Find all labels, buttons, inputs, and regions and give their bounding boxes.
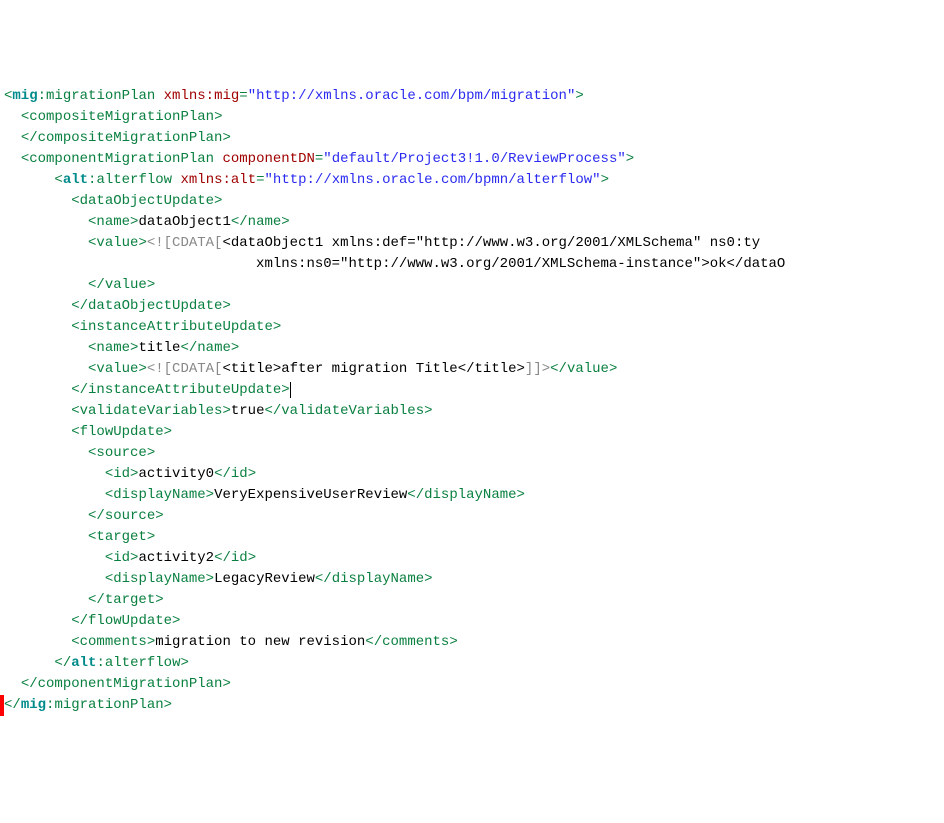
vv-close: validateVariables bbox=[281, 403, 424, 419]
cdata-open-2: <![CDATA[ bbox=[147, 361, 223, 377]
value-open-2: value bbox=[96, 361, 138, 377]
dn-open-2: displayName bbox=[113, 571, 205, 587]
id-close-1: id bbox=[231, 466, 248, 482]
name-close-1: name bbox=[248, 214, 282, 230]
target-close: target bbox=[105, 592, 155, 608]
composite-close: compositeMigrationPlan bbox=[38, 130, 223, 146]
cdata-close-2: ]]> bbox=[525, 361, 550, 377]
composite-open: compositeMigrationPlan bbox=[29, 109, 214, 125]
root-name: migrationPlan bbox=[46, 88, 155, 104]
flowupdate-open: flowUpdate bbox=[80, 424, 164, 440]
name-open-1: name bbox=[96, 214, 130, 230]
root-prefix-close: mig bbox=[21, 697, 46, 713]
comments-val: migration to new revision bbox=[155, 634, 365, 650]
dataobject1-inner2: xmlns:ns0="http://www.w3.org/2001/XMLSch… bbox=[256, 256, 785, 272]
component-close: componentMigrationPlan bbox=[38, 676, 223, 692]
name-open-2: name bbox=[96, 340, 130, 356]
xmlns-alt-val: "http://xmlns.oracle.com/bpmn/alterflow" bbox=[265, 172, 601, 188]
xmlns-mig-val: "http://xmlns.oracle.com/bpm/migration" bbox=[248, 88, 576, 104]
root-prefix: mig bbox=[12, 88, 37, 104]
alt-prefix-close: alt bbox=[71, 655, 96, 671]
dn-close-2: displayName bbox=[332, 571, 424, 587]
dn-open-1: displayName bbox=[113, 487, 205, 503]
alt-prefix: alt bbox=[63, 172, 88, 188]
value-close-2: value bbox=[567, 361, 609, 377]
id-close-2: id bbox=[231, 550, 248, 566]
dn-close-1: displayName bbox=[424, 487, 516, 503]
dou-open: dataObjectUpdate bbox=[80, 193, 214, 209]
comments-close: comments bbox=[382, 634, 449, 650]
alterflow-close: alterflow bbox=[105, 655, 181, 671]
dataobject1-name: dataObject1 bbox=[138, 214, 230, 230]
iau-close: instanceAttributeUpdate bbox=[88, 382, 281, 398]
activity2: activity2 bbox=[138, 550, 214, 566]
value-open-1: value bbox=[96, 235, 138, 251]
activity0: activity0 bbox=[138, 466, 214, 482]
dou-close: dataObjectUpdate bbox=[88, 298, 222, 314]
dataobject1-inner1: <dataObject1 xmlns:def="http://www.w3.or… bbox=[222, 235, 760, 251]
value-close-1: value bbox=[105, 277, 147, 293]
line-marker bbox=[0, 695, 4, 716]
title-name: title bbox=[138, 340, 180, 356]
flowupdate-close: flowUpdate bbox=[88, 613, 172, 629]
xmlns-alt-attr: xmlns:alt bbox=[180, 172, 256, 188]
vv-open: validateVariables bbox=[80, 403, 223, 419]
cdata-open-1: <![CDATA[ bbox=[147, 235, 223, 251]
xmlns-mig-attr: xmlns:mig bbox=[164, 88, 240, 104]
iau-open: instanceAttributeUpdate bbox=[80, 319, 273, 335]
comments-open: comments bbox=[80, 634, 147, 650]
root-name-close: migrationPlan bbox=[54, 697, 163, 713]
text-cursor bbox=[290, 382, 291, 398]
source-open: source bbox=[96, 445, 146, 461]
id-open-1: id bbox=[113, 466, 130, 482]
alterflow-open: alterflow bbox=[96, 172, 172, 188]
id-open-2: id bbox=[113, 550, 130, 566]
title-inner: <title>after migration Title</title> bbox=[222, 361, 524, 377]
componentdn-val: "default/Project3!1.0/ReviewProcess" bbox=[323, 151, 625, 167]
component-open: componentMigrationPlan bbox=[29, 151, 214, 167]
componentdn-attr: componentDN bbox=[222, 151, 314, 167]
source-displayname: VeryExpensiveUserReview bbox=[214, 487, 407, 503]
vv-val: true bbox=[231, 403, 265, 419]
name-close-2: name bbox=[197, 340, 231, 356]
xml-code-block: <mig:migrationPlan xmlns:mig="http://xml… bbox=[0, 84, 944, 718]
target-open: target bbox=[96, 529, 146, 545]
source-close: source bbox=[105, 508, 155, 524]
target-displayname: LegacyReview bbox=[214, 571, 315, 587]
